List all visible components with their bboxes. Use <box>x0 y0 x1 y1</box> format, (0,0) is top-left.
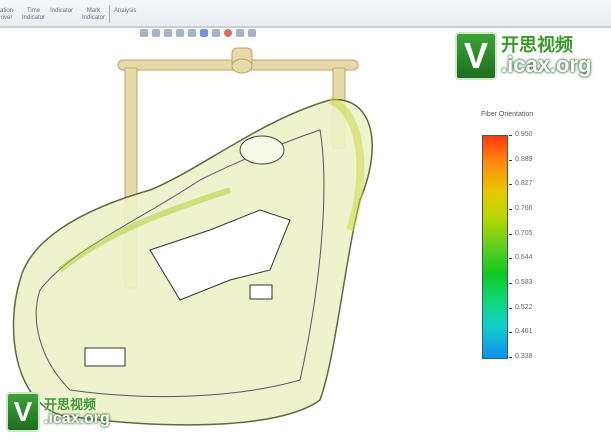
legend-tick-label: 0.950 <box>515 131 533 138</box>
ribbon-item-mark-indicator[interactable]: Mark Indicator <box>82 8 105 22</box>
watermark-en: .icax.org <box>501 52 592 77</box>
part-mesh <box>12 96 373 426</box>
legend-tick <box>509 307 512 309</box>
watermark-bottom: V 开思视频 .icax.org <box>6 392 110 432</box>
legend-tick <box>509 332 512 334</box>
legend-title: Fiber Orientation <box>481 111 534 118</box>
ribbon-item-analysis[interactable]: Analysis <box>114 8 136 15</box>
ribbon-item-0[interactable]: ation river <box>0 8 13 22</box>
legend-tick-label: 0.705 <box>515 229 533 237</box>
legend-tick-label: 0.766 <box>515 205 533 212</box>
watermark-logo-small: V <box>6 392 40 432</box>
model-viewport[interactable] <box>0 30 470 440</box>
ribbon-item-indicator[interactable]: Indicator <box>50 8 73 15</box>
legend-tick-label: 0.644 <box>515 254 533 262</box>
ribbon: ation river Time Indicator Indicator Mark I… <box>0 0 611 28</box>
legend-tick-label: 0.461 <box>515 328 533 336</box>
legend-tick-label: 0.522 <box>515 303 533 311</box>
ribbon-separator <box>109 5 110 23</box>
legend-tick <box>509 209 512 210</box>
legend-tick <box>509 283 512 284</box>
legend-tick <box>509 357 512 358</box>
watermark-logo: V <box>455 32 497 80</box>
legend-tick <box>509 258 512 260</box>
ribbon-item-time-indicator[interactable]: Time Indicator <box>22 8 45 22</box>
legend-tick <box>509 159 512 161</box>
legend-tick-label: 0.827 <box>515 180 533 188</box>
watermark-cn-small: 开思视频 <box>44 396 97 412</box>
legend-tick-label: 0.338 <box>515 353 533 360</box>
legend-tick-label: 0.889 <box>515 155 533 163</box>
watermark-top: V 开思视频 .icax.org <box>455 32 591 80</box>
legend-tick <box>509 233 512 235</box>
color-scale-bar <box>482 135 508 359</box>
legend-tick-label: 0.583 <box>515 279 533 286</box>
legend-tick <box>509 184 512 186</box>
watermark-en-small: .icax.org <box>44 409 110 427</box>
legend-tick <box>509 135 512 136</box>
